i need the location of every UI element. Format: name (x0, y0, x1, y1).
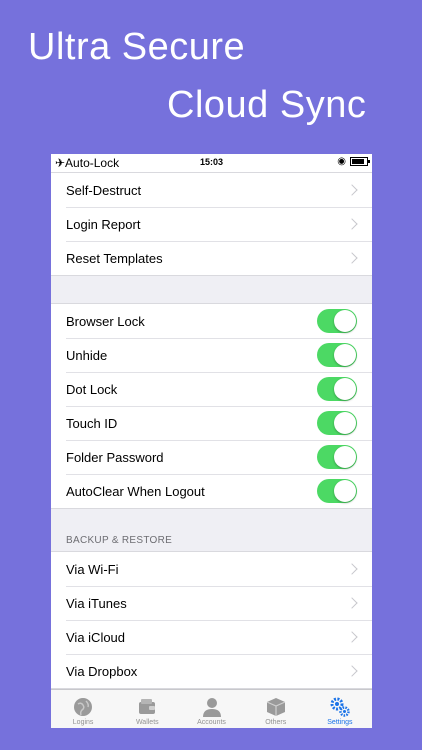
tab-wallets[interactable]: Wallets (115, 690, 179, 728)
row-reset-templates[interactable]: Reset Templates (51, 241, 372, 275)
row-browser-lock: Browser Lock (51, 304, 372, 338)
touch-id-toggle[interactable] (317, 411, 357, 435)
row-unhide: Unhide (51, 338, 372, 372)
row-label: Folder Password (66, 449, 164, 465)
row-touch-id: Touch ID (51, 406, 372, 440)
gears-icon (330, 697, 350, 717)
rotation-lock-icon: ◉ (337, 156, 346, 167)
settings-group-toggles: Browser Lock Unhide Dot Lock Touch ID Fo… (51, 303, 372, 509)
tab-bar: Logins Wallets Accounts Others Settings (51, 689, 372, 728)
row-label: Self-Destruct (66, 182, 142, 198)
row-folder-password: Folder Password (51, 440, 372, 474)
settings-group-backup: Via Wi-Fi Via iTunes Via iCloud Via Drop… (51, 551, 372, 689)
wallet-icon (139, 699, 156, 714)
tab-others[interactable]: Others (244, 690, 308, 728)
headline-ultra-secure: Ultra Secure (28, 26, 246, 68)
row-self-destruct[interactable]: Self-Destruct (51, 173, 372, 207)
row-autoclear: AutoClear When Logout (51, 474, 372, 508)
headline-cloud-sync: Cloud Sync (167, 84, 367, 126)
chevron-right-icon (346, 184, 358, 196)
row-via-wifi[interactable]: Via Wi-Fi (51, 552, 372, 586)
settings-group-1: Self-Destruct Login Report Reset Templat… (51, 172, 372, 276)
battery-icon (350, 157, 370, 166)
row-login-report[interactable]: Login Report (51, 207, 372, 241)
row-via-icloud[interactable]: Via iCloud (51, 620, 372, 654)
tab-label: Wallets (135, 719, 159, 726)
tab-label: Accounts (197, 719, 226, 726)
row-label: AutoClear When Logout (66, 483, 205, 499)
section-header-label: BACKUP & RESTORE (66, 535, 173, 546)
chevron-right-icon (346, 665, 358, 677)
tab-settings[interactable]: Settings (308, 690, 372, 728)
row-label: Reset Templates (66, 250, 163, 266)
chevron-right-icon (346, 597, 358, 609)
globe-icon (74, 698, 93, 716)
tab-label: Logins (72, 719, 94, 726)
dot-lock-toggle[interactable] (317, 377, 357, 401)
row-label: Via iCloud (66, 629, 126, 645)
unhide-toggle[interactable] (317, 343, 357, 367)
chevron-right-icon (346, 218, 358, 230)
row-label: Touch ID (66, 415, 118, 431)
row-label: Dot Lock (66, 381, 118, 397)
box-icon (266, 698, 285, 716)
row-via-dropbox[interactable]: Via Dropbox (51, 654, 372, 688)
row-dot-lock: Dot Lock (51, 372, 372, 406)
row-label: Unhide (66, 347, 108, 363)
tab-accounts[interactable]: Accounts (179, 690, 243, 728)
tab-logins[interactable]: Logins (51, 690, 115, 728)
row-label: Via Dropbox (66, 663, 138, 679)
tab-label: Others (265, 719, 287, 726)
row-label: Via iTunes (66, 595, 127, 611)
person-icon (202, 698, 221, 717)
tab-label: Settings (327, 719, 353, 726)
browser-lock-toggle[interactable] (317, 309, 357, 333)
chevron-right-icon (346, 631, 358, 643)
row-label: Browser Lock (66, 313, 145, 329)
phone-screen: ✈Auto-Lock 15:03 ◉ Self-Destruct Login R… (51, 154, 372, 728)
chevron-right-icon (346, 563, 358, 575)
chevron-right-icon (346, 252, 358, 264)
autoclear-toggle[interactable] (317, 479, 357, 503)
row-via-itunes[interactable]: Via iTunes (51, 586, 372, 620)
row-label: Via Wi-Fi (66, 561, 119, 577)
backup-restore-header: BACKUP & RESTORE (51, 509, 372, 551)
status-time: 15:03 (199, 157, 224, 167)
row-label: Login Report (66, 216, 141, 232)
status-bar: ✈Auto-Lock 15:03 ◉ (51, 154, 372, 172)
folder-password-toggle[interactable] (317, 445, 357, 469)
